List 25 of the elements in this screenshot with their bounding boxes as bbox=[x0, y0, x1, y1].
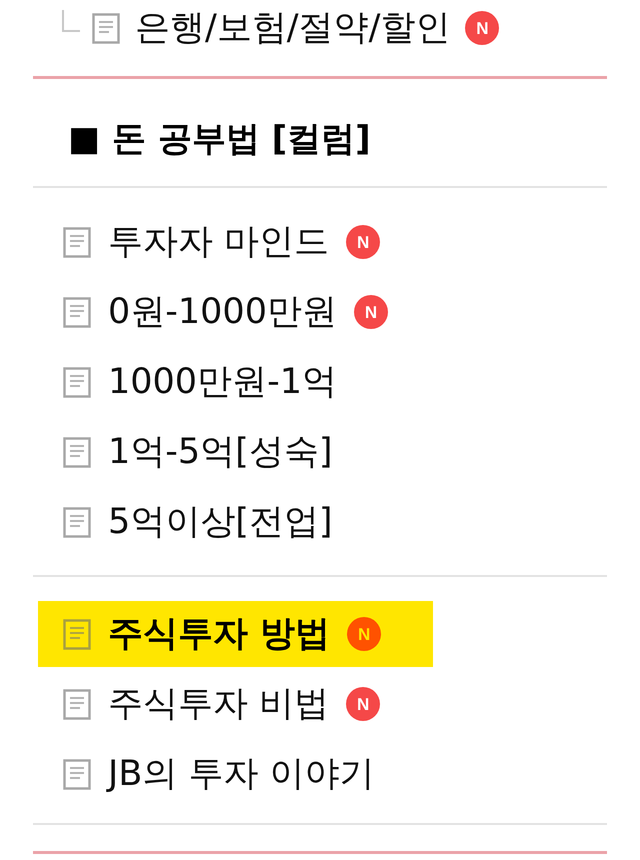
document-icon bbox=[63, 296, 91, 328]
document-icon bbox=[63, 506, 91, 538]
new-badge: N bbox=[346, 687, 380, 721]
document-icon bbox=[63, 366, 91, 398]
category-link[interactable]: JB의 투자 이야기 bbox=[38, 741, 433, 807]
document-icon bbox=[92, 12, 120, 44]
document-icon bbox=[63, 226, 91, 258]
category-link[interactable]: 5억이상[전업] bbox=[38, 489, 433, 555]
section-heading: ■ 돈 공부법 [컬럼] bbox=[68, 122, 371, 156]
category-link[interactable]: 주식투자 방법 N bbox=[38, 601, 433, 667]
tree-branch-icon bbox=[62, 10, 80, 32]
new-badge: N bbox=[354, 295, 388, 329]
category-link[interactable]: 0원-1000만원 N bbox=[38, 279, 433, 345]
document-icon bbox=[63, 688, 91, 720]
document-icon bbox=[63, 758, 91, 790]
category-link[interactable]: 1억-5억[성숙] bbox=[38, 419, 433, 485]
new-badge: N bbox=[347, 617, 382, 651]
document-icon bbox=[63, 436, 91, 468]
category-link[interactable]: 주식투자 비법 N bbox=[38, 671, 433, 737]
new-badge: N bbox=[465, 11, 500, 45]
category-link[interactable]: 은행/보험/절약/할인 N bbox=[92, 0, 512, 56]
new-badge: N bbox=[346, 225, 380, 259]
document-icon bbox=[63, 618, 91, 650]
category-link[interactable]: 투자자 마인드 N bbox=[38, 209, 433, 275]
category-link[interactable]: 1000만원-1억 bbox=[38, 349, 433, 415]
